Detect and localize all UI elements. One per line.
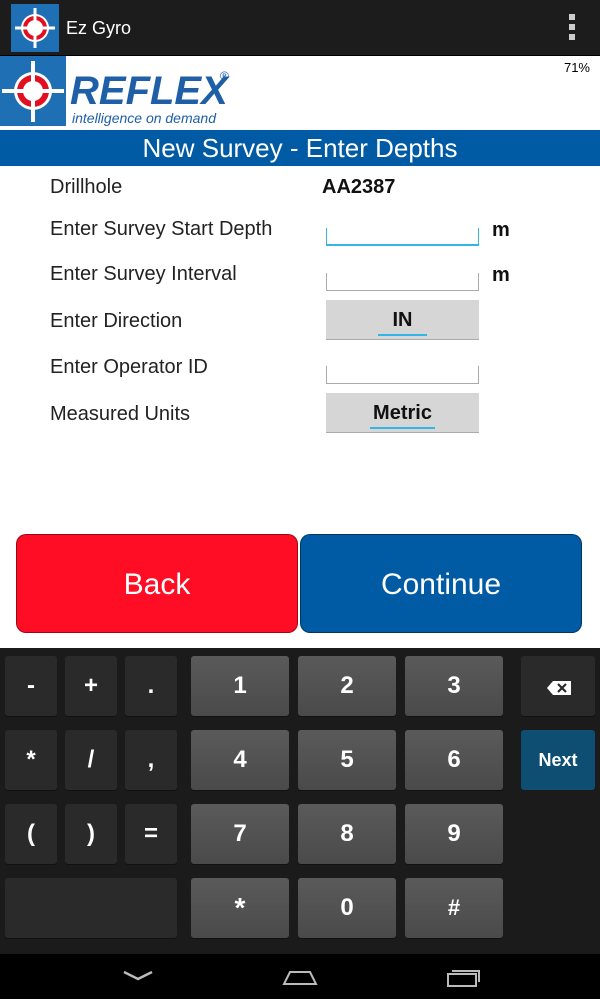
key-slash[interactable]: / bbox=[65, 730, 117, 790]
key-asterisk[interactable]: * bbox=[5, 730, 57, 790]
direction-spinner[interactable]: IN bbox=[326, 300, 479, 340]
start-depth-label: Enter Survey Start Depth bbox=[50, 218, 273, 240]
navigation-bar bbox=[0, 954, 600, 999]
start-depth-unit: m bbox=[492, 219, 510, 241]
operator-label: Enter Operator ID bbox=[50, 356, 208, 378]
key-3[interactable]: 3 bbox=[405, 656, 503, 716]
key-hash[interactable]: # bbox=[405, 878, 503, 938]
drillhole-value: AA2387 bbox=[322, 176, 396, 198]
svg-text:®: ® bbox=[220, 69, 229, 83]
recent-apps-icon[interactable] bbox=[443, 962, 483, 990]
key-plus[interactable]: + bbox=[65, 656, 117, 716]
key-2[interactable]: 2 bbox=[298, 656, 396, 716]
key-open-paren[interactable]: ( bbox=[5, 804, 57, 864]
backspace-key[interactable] bbox=[521, 656, 595, 716]
units-value: Metric bbox=[373, 402, 432, 424]
key-8[interactable]: 8 bbox=[298, 804, 396, 864]
units-label: Measured Units bbox=[50, 403, 191, 425]
direction-value: IN bbox=[392, 309, 413, 331]
svg-text:intelligence on demand: intelligence on demand bbox=[72, 110, 217, 126]
key-period[interactable]: . bbox=[125, 656, 177, 716]
interval-label: Enter Survey Interval bbox=[50, 263, 237, 285]
key-comma[interactable]: , bbox=[125, 730, 177, 790]
overflow-menu-icon[interactable] bbox=[568, 14, 576, 42]
next-key[interactable]: Next bbox=[521, 730, 595, 790]
back-button[interactable]: Back bbox=[16, 534, 298, 633]
interval-input[interactable] bbox=[326, 273, 479, 291]
numeric-keyboard: - + . * / , ( ) = 1 2 3 4 5 6 7 8 9 * 0 … bbox=[0, 648, 600, 954]
key-6[interactable]: 6 bbox=[405, 730, 503, 790]
app-title: Ez Gyro bbox=[66, 18, 132, 38]
units-spinner[interactable]: Metric bbox=[326, 393, 479, 433]
main-content: REFLEX ® intelligence on demand 71% New … bbox=[0, 56, 600, 648]
home-icon[interactable] bbox=[280, 962, 320, 990]
page-title: New Survey - Enter Depths bbox=[0, 130, 600, 166]
key-1[interactable]: 1 bbox=[191, 656, 289, 716]
continue-button[interactable]: Continue bbox=[300, 534, 582, 633]
key-star[interactable]: * bbox=[191, 878, 289, 938]
key-blank[interactable] bbox=[5, 878, 177, 938]
drillhole-label: Drillhole bbox=[50, 176, 123, 198]
key-minus[interactable]: - bbox=[5, 656, 57, 716]
backspace-icon bbox=[547, 681, 571, 695]
battery-level: 71% bbox=[563, 60, 590, 75]
key-9[interactable]: 9 bbox=[405, 804, 503, 864]
key-0[interactable]: 0 bbox=[298, 878, 396, 938]
key-7[interactable]: 7 bbox=[191, 804, 289, 864]
app-logo-icon[interactable] bbox=[11, 4, 59, 52]
operator-input[interactable] bbox=[326, 366, 479, 384]
key-5[interactable]: 5 bbox=[298, 730, 396, 790]
key-4[interactable]: 4 bbox=[191, 730, 289, 790]
direction-label: Enter Direction bbox=[50, 310, 183, 332]
reflex-logo: REFLEX ® intelligence on demand bbox=[0, 56, 240, 128]
action-bar: Ez Gyro bbox=[0, 0, 600, 56]
key-close-paren[interactable]: ) bbox=[65, 804, 117, 864]
back-chevron-icon[interactable] bbox=[118, 962, 158, 990]
interval-unit: m bbox=[492, 264, 510, 286]
start-depth-input[interactable] bbox=[326, 228, 479, 246]
key-equals[interactable]: = bbox=[125, 804, 177, 864]
logo-brand-text: REFLEX bbox=[70, 69, 230, 113]
